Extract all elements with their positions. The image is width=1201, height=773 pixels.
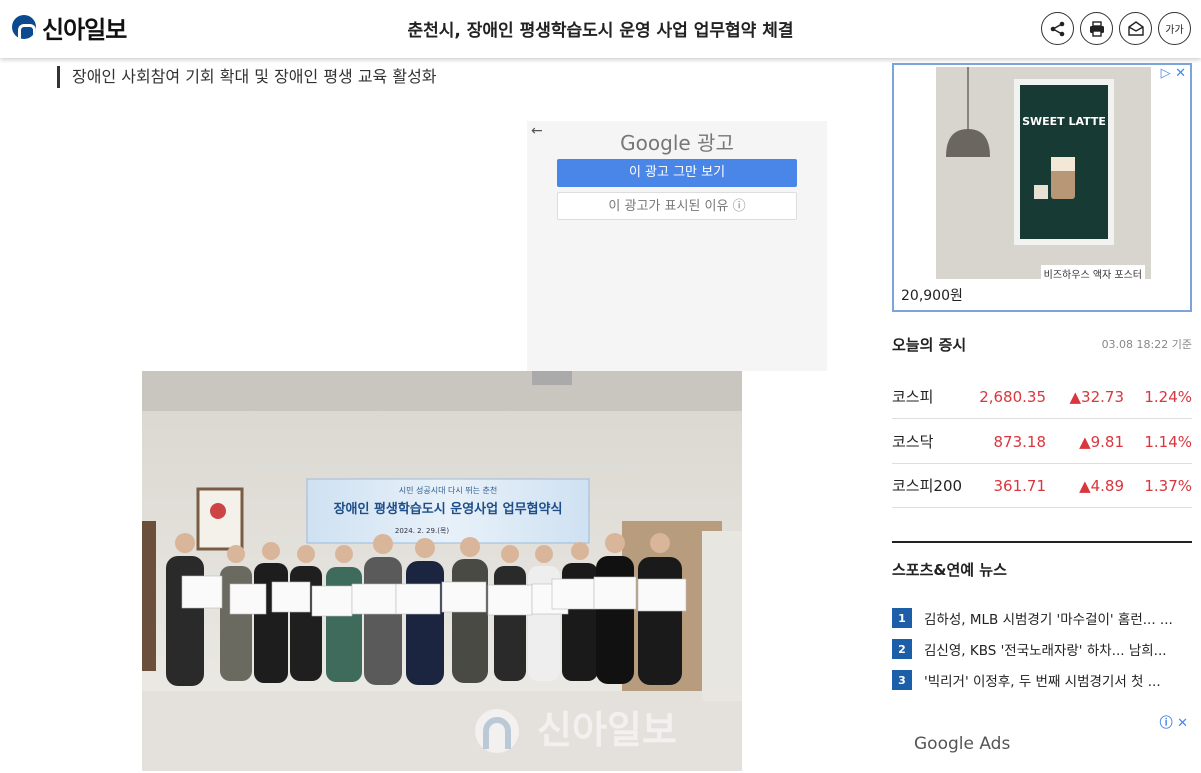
stock-change: ▲4.89: [1079, 476, 1124, 495]
news-rank-badge: 1: [892, 608, 912, 628]
news-item[interactable]: 3 '빅리거' 이정후, 두 번째 시범경기서 첫 ...: [892, 668, 1192, 692]
article-header-title: 춘천시, 장애인 평생학습도시 운영 사업 업무협약 체결: [407, 21, 794, 41]
news-headline[interactable]: 김신영, KBS '전국노래자랑' 하차... 남희...: [924, 639, 1167, 659]
share-icon: [1050, 21, 1064, 36]
watermark-text: 신아일보: [537, 708, 677, 752]
stock-percent: 1.37%: [1144, 476, 1192, 495]
print-icon: [1089, 20, 1104, 37]
stock-value: 361.71: [993, 476, 1047, 495]
stock-value: 2,680.35: [979, 387, 1046, 406]
product-image[interactable]: SWEET LATTE 비즈하우스 액자 포스터: [936, 67, 1151, 282]
product-price: 20,900원: [901, 288, 963, 304]
news-item[interactable]: 2 김신영, KBS '전국노래자랑' 하차... 남희...: [892, 637, 1192, 661]
stock-row-kospi200[interactable]: 코스피200 361.71 ▲4.89 1.37%: [892, 464, 1192, 508]
email-button[interactable]: [1119, 12, 1152, 45]
banner-title-text: 장애인 평생학습도시 운영사업 업무협약식: [334, 501, 563, 517]
stock-row-kospi[interactable]: 코스피 2,680.35 ▲32.73 1.24%: [892, 375, 1192, 419]
article-photo: 시민 성공시대 다시 뛰는 춘천 장애인 평생학습도시 운영사업 업무협약식 2…: [142, 371, 742, 771]
sidebar-product-ad[interactable]: ▷ ✕ SWEET LATTE 비즈하우스 액자 포스터 20,900원: [892, 63, 1192, 312]
poster-title: SWEET LATTE: [1022, 115, 1106, 128]
google-ads-logo: Google Ads: [914, 734, 1011, 754]
adchoices-icon[interactable]: ▷ ✕: [1161, 66, 1186, 81]
stock-name: 코스피200: [892, 477, 963, 495]
top-header: 신아일보 춘천시, 장애인 평생학습도시 운영 사업 업무협약 체결 가가: [0, 0, 1201, 58]
stock-widget-title: 오늘의 증시: [892, 336, 967, 354]
header-tools: 가가: [1041, 12, 1191, 45]
share-button[interactable]: [1041, 12, 1074, 45]
font-size-icon: 가가: [1165, 25, 1184, 36]
stock-percent: 1.14%: [1144, 432, 1192, 451]
adchoices-icon[interactable]: ⓘ ✕: [1160, 712, 1188, 731]
print-button[interactable]: [1080, 12, 1113, 45]
stock-row-kosdaq[interactable]: 코스닥 873.18 ▲9.81 1.14%: [892, 420, 1192, 464]
stock-change: ▲9.81: [1079, 432, 1124, 451]
stock-change: ▲32.73: [1069, 387, 1124, 406]
stock-widget-header: 오늘의 증시 03.08 18:22 기준: [892, 334, 1192, 355]
watermark: 신아일보: [475, 708, 677, 753]
google-ad-logo: Google 광고: [620, 131, 734, 155]
why-ad-button[interactable]: 이 광고가 표시된 이유 ⓘ: [557, 192, 797, 220]
stock-percent: 1.24%: [1144, 387, 1192, 406]
stock-value: 873.18: [993, 432, 1047, 451]
stock-name: 코스닥: [892, 433, 934, 451]
news-headline[interactable]: '빅리거' 이정후, 두 번째 시범경기서 첫 ...: [924, 670, 1161, 690]
bottom-google-ad[interactable]: ⓘ ✕ Google Ads: [892, 712, 1192, 773]
font-size-button[interactable]: 가가: [1158, 12, 1191, 45]
stock-name: 코스피: [892, 388, 934, 406]
article-subtitle: 장애인 사회참여 기회 확대 및 장애인 평생 교육 활성화: [57, 66, 437, 88]
news-rank-badge: 3: [892, 670, 912, 690]
group-photo-image: 시민 성공시대 다시 뛰는 춘천 장애인 평생학습도시 운영사업 업무협약식 2…: [142, 371, 742, 771]
stock-timestamp: 03.08 18:22 기준: [1101, 338, 1192, 351]
stop-ad-button[interactable]: 이 광고 그만 보기: [557, 159, 797, 187]
banner-date-text: 2024. 2. 29.(목): [395, 527, 449, 535]
news-headline[interactable]: 김하성, MLB 시범경기 '마수걸이' 홈런... ...: [924, 608, 1173, 628]
google-ad-panel: ← Google 광고 이 광고 그만 보기 이 광고가 표시된 이유 ⓘ: [527, 121, 827, 371]
email-icon: [1127, 20, 1144, 36]
news-item[interactable]: 1 김하성, MLB 시범경기 '마수걸이' 홈런... ...: [892, 606, 1192, 630]
news-rank-badge: 2: [892, 639, 912, 659]
news-widget-title: 스포츠&연예 뉴스: [892, 541, 1192, 580]
banner-top-text: 시민 성공시대 다시 뛰는 춘천: [399, 485, 498, 495]
product-name: 비즈하우스 액자 포스터: [1040, 265, 1145, 282]
poster-image: SWEET LATTE: [936, 67, 1151, 279]
